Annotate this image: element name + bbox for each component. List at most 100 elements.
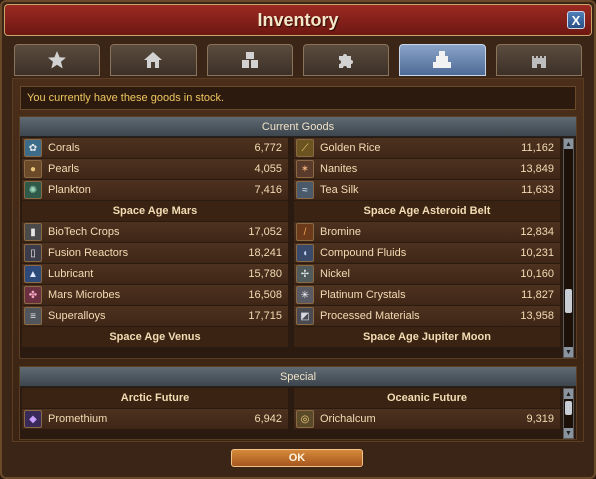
scroll-thumb[interactable] bbox=[565, 401, 572, 415]
materials-icon: ◩ bbox=[296, 307, 314, 325]
ok-button[interactable]: OK bbox=[231, 449, 363, 467]
goods-qty: 7,416 bbox=[254, 184, 282, 196]
goods-name: Bromine bbox=[320, 226, 361, 238]
tab-goods[interactable] bbox=[399, 44, 486, 76]
goods-qty: 12,834 bbox=[520, 226, 554, 238]
tab-castle[interactable] bbox=[495, 44, 582, 76]
bromine-icon: / bbox=[296, 223, 314, 241]
goods-row: ✳ Platinum Crystals 11,827 bbox=[294, 285, 560, 305]
goods-row: ◆ Promethium 6,942 bbox=[22, 409, 288, 429]
special-grid: Arctic Future ◆ Promethium 6,942 Oceanic F… bbox=[22, 388, 560, 429]
goods-icon bbox=[433, 51, 452, 68]
tab-star[interactable] bbox=[14, 44, 101, 76]
goods-name: Nanites bbox=[320, 163, 358, 175]
scroll-thumb[interactable] bbox=[565, 289, 572, 313]
goods-name: Superalloys bbox=[48, 310, 106, 322]
plankton-icon: ✺ bbox=[24, 181, 42, 199]
current-goods-panel: Current Goods ✿ Corals 6,772 ● Pearls 4,055 … bbox=[19, 116, 577, 359]
platinum-icon: ✳ bbox=[296, 286, 314, 304]
biotech-icon: ▮ bbox=[24, 223, 42, 241]
tab-puzzle[interactable] bbox=[302, 44, 390, 76]
special-scrollbar[interactable]: ▲ ▼ bbox=[563, 388, 574, 439]
goods-qty: 13,849 bbox=[520, 163, 554, 175]
nickel-icon: ✢ bbox=[296, 265, 314, 283]
goods-qty: 6,942 bbox=[254, 413, 282, 425]
section-space-age-jupiter-moon: Space Age Jupiter Moon bbox=[294, 327, 560, 347]
goods-row: ● Pearls 4,055 bbox=[22, 159, 288, 179]
goods-name: Orichalcum bbox=[320, 413, 376, 425]
current-goods-header: Current Goods bbox=[20, 117, 576, 137]
goods-qty: 11,633 bbox=[521, 184, 554, 196]
star-icon bbox=[48, 51, 67, 69]
goods-column-left: ✿ Corals 6,772 ● Pearls 4,055 ✺ Plankton 7,416… bbox=[22, 138, 288, 347]
goods-qty: 15,780 bbox=[248, 268, 282, 280]
special-column-right: Oceanic Future ◎ Orichalcum 9,319 bbox=[294, 388, 560, 429]
goods-name: Fusion Reactors bbox=[48, 247, 129, 259]
goods-row: ⟋ Golden Rice 11,162 bbox=[294, 138, 560, 158]
goods-row: ✶ Nanites 13,849 bbox=[294, 159, 560, 179]
goods-qty: 11,827 bbox=[521, 289, 554, 301]
goods-name: Golden Rice bbox=[320, 142, 381, 154]
goods-name: Platinum Crystals bbox=[320, 289, 406, 301]
close-button[interactable]: X bbox=[567, 11, 585, 29]
goods-row: ≈ Tea Silk 11,633 bbox=[294, 180, 560, 200]
goods-name: Plankton bbox=[48, 184, 91, 196]
goods-name: Lubricant bbox=[48, 268, 94, 280]
goods-name: Mars Microbes bbox=[48, 289, 121, 301]
goods-row: ▲ Lubricant 15,780 bbox=[22, 264, 288, 284]
section-oceanic-future: Oceanic Future bbox=[294, 388, 560, 408]
goods-row: ✺ Plankton 7,416 bbox=[22, 180, 288, 200]
nanites-icon: ✶ bbox=[296, 160, 314, 178]
microbes-icon: ✤ bbox=[24, 286, 42, 304]
goods-qty: 17,715 bbox=[248, 310, 282, 322]
section-space-age-asteroid-belt: Space Age Asteroid Belt bbox=[294, 201, 560, 221]
goods-column-right: ⟋ Golden Rice 11,162 ✶ Nanites 13,849 ≈ Tea S… bbox=[294, 138, 560, 347]
goods-row: ✿ Corals 6,772 bbox=[22, 138, 288, 158]
goods-row: ≡ Superalloys 17,715 bbox=[22, 306, 288, 326]
goods-row: ✢ Nickel 10,160 bbox=[294, 264, 560, 284]
section-arctic-future: Arctic Future bbox=[22, 388, 288, 408]
goods-qty: 10,231 bbox=[520, 247, 554, 259]
goods-qty: 11,162 bbox=[521, 142, 554, 154]
scroll-up-icon[interactable]: ▲ bbox=[564, 139, 573, 149]
goods-qty: 13,958 bbox=[520, 310, 554, 322]
special-header: Special bbox=[20, 367, 576, 387]
goods-name: BioTech Crops bbox=[48, 226, 120, 238]
goods-name: Nickel bbox=[320, 268, 350, 280]
scroll-up-icon[interactable]: ▲ bbox=[564, 389, 573, 399]
goods-name: Processed Materials bbox=[320, 310, 420, 322]
special-column-left: Arctic Future ◆ Promethium 6,942 bbox=[22, 388, 288, 429]
goods-row: ▮ BioTech Crops 17,052 bbox=[22, 222, 288, 242]
fluids-icon: ◖ bbox=[296, 244, 314, 262]
special-panel: Special Arctic Future ◆ Promethium 6,942 O… bbox=[19, 366, 577, 440]
goods-qty: 10,160 bbox=[520, 268, 554, 280]
scroll-down-icon[interactable]: ▼ bbox=[564, 428, 573, 438]
goods-qty: 16,508 bbox=[248, 289, 282, 301]
goods-name: Promethium bbox=[48, 413, 108, 425]
goods-name: Corals bbox=[48, 142, 80, 154]
goods-name: Pearls bbox=[48, 163, 80, 175]
house-icon bbox=[144, 52, 163, 68]
tab-house[interactable] bbox=[110, 44, 197, 76]
goods-row: / Bromine 12,834 bbox=[294, 222, 560, 242]
goods-qty: 18,241 bbox=[248, 247, 282, 259]
pearl-icon: ● bbox=[24, 160, 42, 178]
section-space-age-venus: Space Age Venus bbox=[22, 327, 288, 347]
promethium-icon: ◆ bbox=[24, 410, 42, 428]
scroll-down-icon[interactable]: ▼ bbox=[564, 347, 573, 357]
section-space-age-mars: Space Age Mars bbox=[22, 201, 288, 221]
goods-row: ◩ Processed Materials 13,958 bbox=[294, 306, 560, 326]
goods-row: ◖ Compound Fluids 10,231 bbox=[294, 243, 560, 263]
boxes-icon bbox=[241, 52, 258, 68]
current-goods-scrollbar[interactable]: ▲ ▼ bbox=[563, 138, 574, 358]
current-goods-grid: ✿ Corals 6,772 ● Pearls 4,055 ✺ Plankton 7,416… bbox=[22, 138, 560, 347]
goods-row: ✤ Mars Microbes 16,508 bbox=[22, 285, 288, 305]
goods-name: Tea Silk bbox=[320, 184, 359, 196]
window-title: Inventory bbox=[257, 9, 339, 30]
tab-boxes[interactable] bbox=[206, 44, 293, 76]
orichalcum-icon: ◎ bbox=[296, 410, 314, 428]
goods-qty: 6,772 bbox=[254, 142, 282, 154]
goods-row: ▯ Fusion Reactors 18,241 bbox=[22, 243, 288, 263]
coral-icon: ✿ bbox=[24, 139, 42, 157]
title-bar: Inventory X bbox=[4, 4, 592, 36]
